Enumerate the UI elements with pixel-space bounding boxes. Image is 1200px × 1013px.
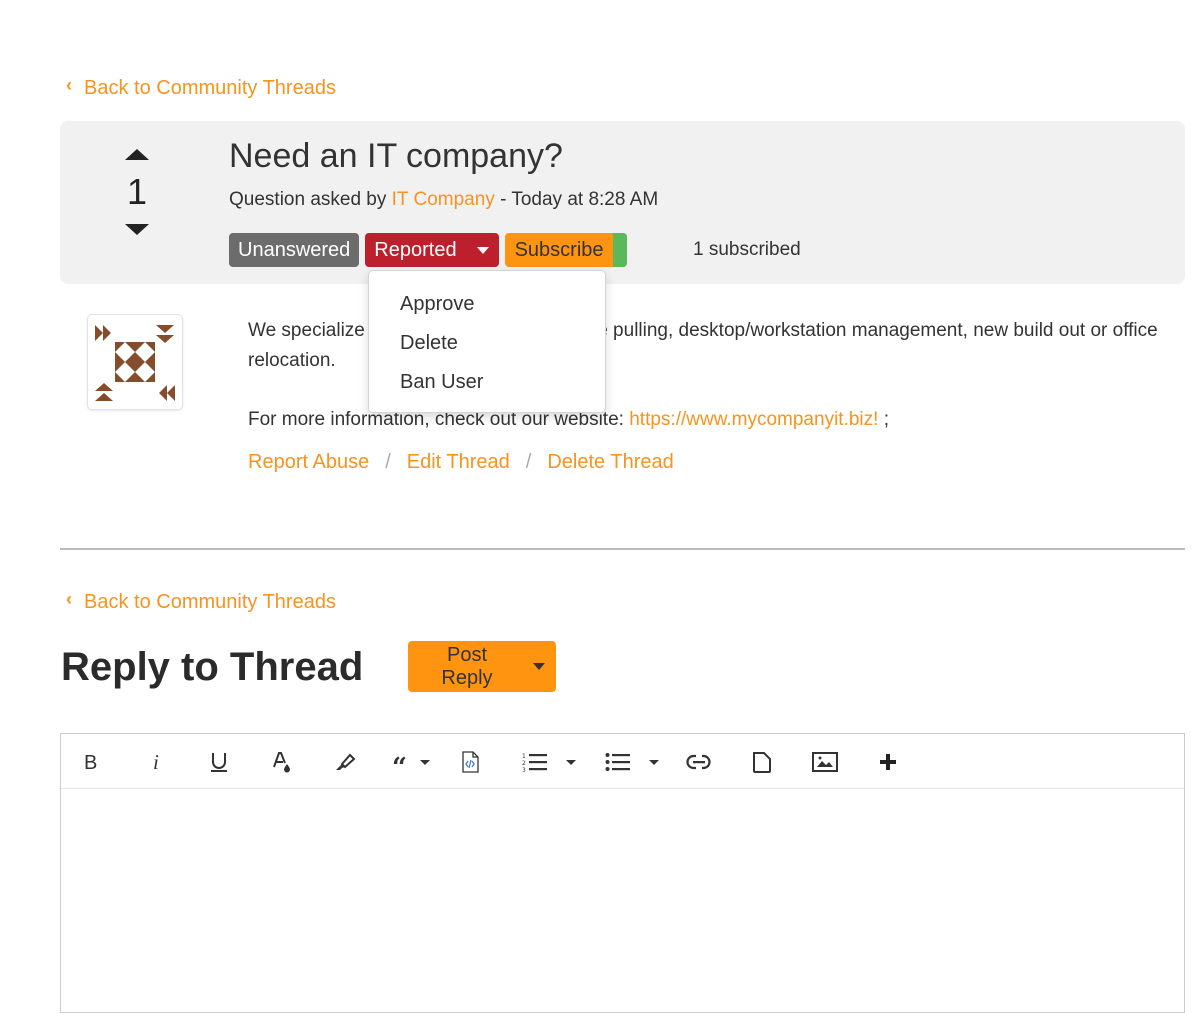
meta-prefix: Question asked by <box>229 189 392 210</box>
ordered-list-icon: 123 <box>522 753 547 772</box>
upvote-icon[interactable] <box>125 149 149 160</box>
file-button[interactable] <box>752 748 772 776</box>
reply-title: Reply to Thread <box>61 645 364 689</box>
back-to-threads-link[interactable]: ‹ Back to Community Threads <box>66 75 336 100</box>
subscribe-toggle-indicator[interactable] <box>612 233 627 267</box>
delete-thread-link[interactable]: Delete Thread <box>547 451 673 474</box>
website-link[interactable]: https://www.mycompanyit.biz! <box>629 409 878 430</box>
unanswered-badge: Unanswered <box>229 233 360 267</box>
caret-down-icon <box>533 663 545 670</box>
subscribe-label: Subscribe <box>514 238 604 261</box>
plus-icon <box>880 754 896 770</box>
svg-text:2: 2 <box>522 760 526 767</box>
menu-item-delete[interactable]: Delete <box>369 326 605 365</box>
body-text-suffix: ; <box>878 409 889 430</box>
link-icon <box>686 754 711 770</box>
bold-icon: B <box>84 752 97 772</box>
identicon-icon <box>95 325 175 401</box>
more-options-button[interactable] <box>879 748 897 776</box>
code-block-button[interactable] <box>461 748 479 776</box>
thread-header: 1 Need an IT company? Question asked by … <box>60 121 1185 284</box>
italic-icon: i <box>153 752 159 772</box>
reported-dropdown-button[interactable]: Reported <box>365 233 499 267</box>
caret-down-icon <box>476 246 489 254</box>
back-link-label: Back to Community Threads <box>84 77 336 99</box>
author-avatar <box>87 314 183 410</box>
post-reply-label: Post Reply <box>441 643 493 689</box>
svg-text:“: “ <box>392 753 407 771</box>
font-color-button[interactable] <box>272 748 292 776</box>
subscribe-button[interactable]: Subscribe <box>504 233 627 267</box>
svg-text:B: B <box>84 752 97 772</box>
unordered-list-icon <box>605 753 630 771</box>
image-icon <box>812 752 838 772</box>
reported-dropdown-menu: Approve Delete Ban User <box>368 270 606 413</box>
chevron-left-icon: ‹ <box>66 589 72 609</box>
menu-item-approve[interactable]: Approve <box>369 287 605 326</box>
vote-widget: 1 <box>122 149 152 235</box>
quote-icon: “ <box>392 753 407 771</box>
thread-title: Need an IT company? <box>229 137 563 175</box>
menu-item-ban-user[interactable]: Ban User <box>369 365 605 404</box>
bold-button[interactable]: B <box>83 748 101 776</box>
editor-toolbar: B i “ 123 <box>61 734 1184 789</box>
svg-text:3: 3 <box>522 767 526 772</box>
italic-button[interactable]: i <box>151 748 163 776</box>
separator: / <box>385 451 391 473</box>
back-link-label: Back to Community Threads <box>84 591 336 613</box>
thread-actions: Report Abuse / Edit Thread / Delete Thre… <box>248 451 674 474</box>
ordered-list-button[interactable]: 123 <box>522 748 576 776</box>
thread-meta: Question asked by IT Company - Today at … <box>229 189 658 211</box>
caret-down-icon <box>420 759 430 765</box>
reported-label: Reported <box>374 238 457 261</box>
subscribed-count: 1 subscribed <box>693 239 801 260</box>
author-link[interactable]: IT Company <box>392 189 495 210</box>
svg-text:i: i <box>153 752 159 772</box>
edit-thread-link[interactable]: Edit Thread <box>407 451 510 474</box>
chevron-left-icon: ‹ <box>66 75 72 95</box>
underline-button[interactable] <box>209 748 229 776</box>
underline-icon <box>211 753 227 772</box>
code-file-icon <box>462 751 479 773</box>
reply-editor: B i “ 123 <box>60 733 1185 1013</box>
back-to-threads-link-bottom[interactable]: ‹ Back to Community Threads <box>66 589 336 614</box>
unordered-list-button[interactable] <box>605 748 659 776</box>
svg-text:1: 1 <box>522 753 526 760</box>
file-icon <box>753 752 771 773</box>
link-button[interactable] <box>686 748 712 776</box>
image-button[interactable] <box>812 748 838 776</box>
caret-down-icon <box>566 759 576 765</box>
post-reply-button[interactable]: Post Reply <box>408 641 556 692</box>
highlighter-icon <box>336 753 356 770</box>
vote-count: 1 <box>126 171 148 212</box>
section-divider <box>60 548 1185 550</box>
font-color-icon <box>273 752 290 773</box>
separator: / <box>525 451 532 473</box>
report-abuse-link[interactable]: Report Abuse <box>248 451 369 474</box>
reply-text-area[interactable] <box>61 789 1184 1012</box>
downvote-icon[interactable] <box>125 224 149 235</box>
meta-timestamp: - Today at 8:28 AM <box>494 189 659 210</box>
highlight-button[interactable] <box>334 748 356 776</box>
thread-badges: Unanswered Reported Subscribe <box>229 233 627 267</box>
caret-down-icon <box>649 759 659 765</box>
quote-button[interactable]: “ <box>392 748 430 776</box>
